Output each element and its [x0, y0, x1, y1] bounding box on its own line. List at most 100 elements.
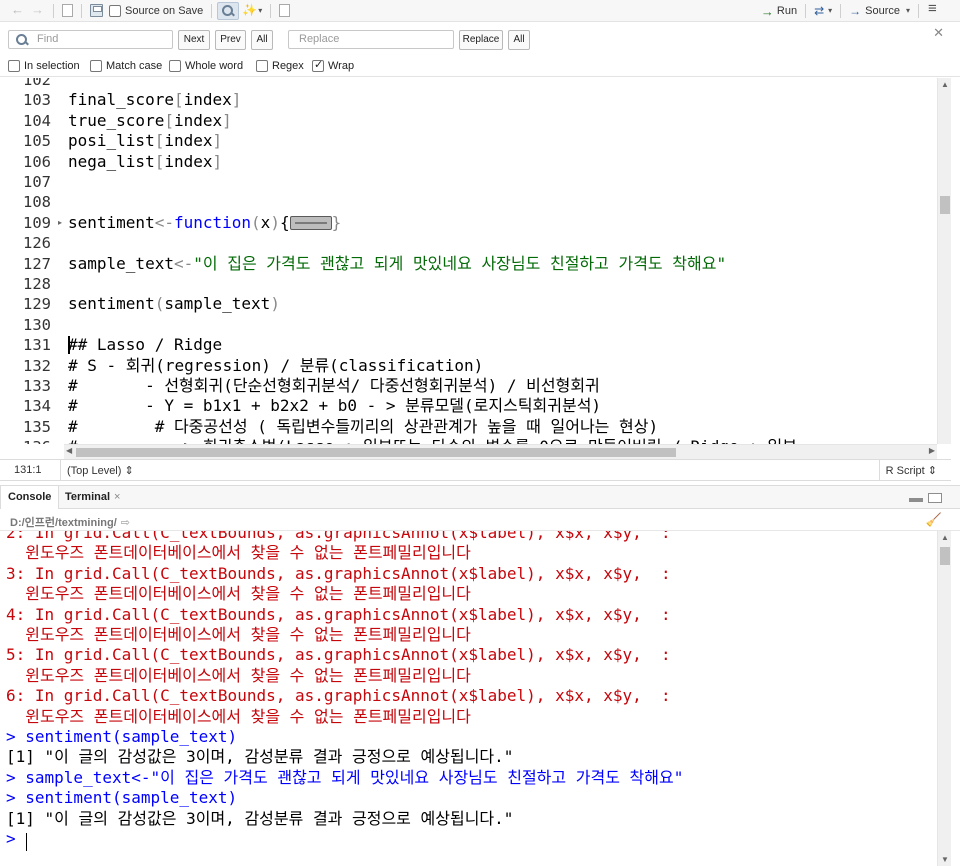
line-number: 136 [23, 437, 51, 444]
console-line: 6: In grid.Call(C_textBounds, as.graphic… [6, 686, 671, 706]
scope-selector[interactable]: (Top Level) ⇕ [60, 460, 140, 480]
scroll-thumb[interactable] [940, 547, 950, 565]
tab-console-label: Console [8, 491, 52, 503]
in-selection-label: In selection [24, 60, 80, 72]
code-line[interactable]: # # 다중공선성 ( 독립변수들끼리의 상관관계가 높을 때 일어나는 현상) [68, 417, 658, 437]
source-button[interactable]: Source [846, 2, 903, 20]
code-line[interactable]: # S - 회귀(regression) / 분류(classification… [68, 356, 483, 376]
editor-vertical-scrollbar[interactable]: ▲ [937, 78, 951, 444]
console-output[interactable]: 2: In grid.Call(C_textBounds, as.graphic… [0, 531, 937, 866]
code-line[interactable]: final_score[index] [68, 90, 241, 110]
tab-console[interactable]: Console [0, 486, 60, 509]
line-number: 130 [23, 315, 51, 334]
editor-horizontal-scrollbar[interactable]: ◀ ▶ [64, 444, 937, 459]
match-case-option[interactable]: Match case [90, 60, 162, 72]
code-line[interactable]: # - 선형회귀(단순선형회귀분석/ 다중선형회귀분석) / 비선형회귀 [68, 376, 600, 396]
scroll-left-icon[interactable]: ◀ [66, 446, 72, 455]
go-to-directory-icon[interactable]: ⇨ [121, 517, 130, 529]
console-line: 윈도우즈 폰트데이터베이스에서 찾을 수 없는 폰트페밀리입니다 [6, 706, 471, 726]
code-line[interactable]: # -> 회귀축소법(Lasso : 일부또는 다수의 변수를 0으로 만들어버… [68, 437, 797, 444]
tab-terminal[interactable]: Terminal × [58, 486, 127, 509]
scroll-thumb[interactable] [76, 448, 676, 457]
forward-arrow-icon [31, 2, 45, 18]
search-icon [221, 4, 235, 18]
rerun-button[interactable]: ▾ [811, 2, 835, 20]
in-selection-checkbox[interactable] [8, 60, 20, 72]
line-number: 133 [23, 377, 51, 395]
back-button[interactable] [8, 2, 28, 20]
toolbar-divider [211, 3, 213, 18]
file-type-selector[interactable]: R Script ⇕ [878, 460, 943, 480]
code-line[interactable]: true_score[index] [68, 111, 232, 131]
fold-arrow-icon[interactable]: ▸ [58, 218, 62, 227]
close-icon[interactable]: × [114, 491, 120, 503]
source-on-save-label: Source on Save [125, 4, 204, 17]
code-tools-button[interactable]: ▾ [239, 2, 265, 20]
console-line: 윈도우즈 폰트데이터베이스에서 찾을 수 없는 폰트페밀리입니다 [6, 543, 471, 563]
source-on-save-checkbox[interactable] [109, 4, 121, 17]
chevron-down-icon: ▾ [258, 6, 263, 15]
scroll-up-icon[interactable]: ▲ [941, 533, 949, 542]
source-menu-button[interactable]: ▾ [903, 2, 913, 20]
code-line[interactable]: ## Lasso / Ridge [68, 335, 222, 355]
line-number: 127 [23, 254, 51, 273]
search-icon [15, 33, 29, 47]
compile-report-button[interactable] [276, 2, 293, 20]
code-area[interactable]: final_score[index] true_score[index] posi_… [68, 78, 951, 444]
code-line[interactable]: posi_list[index] [68, 131, 222, 151]
console-caret [26, 833, 27, 851]
find-all-button[interactable]: All [251, 30, 273, 50]
line-number: 104 [23, 111, 51, 130]
line-number: 108 [23, 193, 51, 212]
find-replace-button[interactable] [217, 1, 240, 20]
find-input[interactable]: Find [8, 30, 173, 49]
source-on-save-toggle[interactable]: Source on Save [106, 2, 206, 20]
code-line[interactable]: sample_text<-"이 집은 가격도 괜찮고 되게 맛있네요 사장님도 … [68, 254, 726, 274]
whole-word-option[interactable]: Whole word [169, 60, 243, 72]
scroll-thumb[interactable] [940, 196, 950, 214]
clear-console-icon[interactable]: 🧹 [926, 512, 942, 528]
code-line[interactable]: # - Y = b1x1 + b2x2 + b0 - > 분류모델(로지스틱회귀… [68, 396, 601, 416]
regex-checkbox[interactable] [256, 60, 268, 72]
replace-button[interactable]: Replace [459, 30, 503, 50]
in-selection-option[interactable]: In selection [8, 60, 80, 72]
save-button[interactable] [87, 2, 106, 20]
scroll-down-icon[interactable]: ▼ [941, 855, 949, 864]
replace-all-button[interactable]: All [508, 30, 530, 50]
code-line[interactable]: nega_list[index] [68, 152, 222, 172]
line-number: 109 [23, 213, 51, 232]
find-next-button[interactable]: Next [178, 30, 210, 50]
wrap-checkbox[interactable] [312, 58, 324, 72]
forward-button[interactable] [28, 2, 48, 20]
save-icon [90, 4, 103, 17]
console-line: 4: In grid.Call(C_textBounds, as.graphic… [6, 604, 671, 624]
match-case-checkbox[interactable] [90, 60, 102, 72]
code-line[interactable]: sentiment<-function(x){} [68, 213, 341, 233]
minimize-pane-icon[interactable] [909, 498, 923, 502]
working-directory-path: D:/인프런/textmining/ [10, 517, 117, 529]
show-in-window-button[interactable] [59, 2, 76, 20]
line-number: 105 [23, 132, 51, 151]
console-line: 5: In grid.Call(C_textBounds, as.graphic… [6, 645, 671, 665]
code-editor[interactable]: 102 103 104 105 106 107 108 109 126 127 128 129 130 1… [0, 78, 951, 444]
close-icon[interactable]: ✕ [933, 25, 944, 41]
scroll-right-icon[interactable]: ▶ [929, 446, 935, 455]
regex-option[interactable]: Regex [256, 60, 304, 72]
find-prev-button[interactable]: Prev [215, 30, 246, 50]
console-vertical-scrollbar[interactable]: ▲ ▼ [937, 531, 951, 866]
toolbar-divider [840, 3, 842, 18]
folded-code-icon[interactable] [289, 215, 332, 230]
replace-input[interactable]: Replace [288, 30, 454, 49]
document-outline-button[interactable] [924, 0, 944, 20]
chevron-down-icon: ▾ [905, 6, 910, 15]
notebook-icon [279, 4, 291, 17]
maximize-pane-icon[interactable] [928, 493, 942, 503]
wrap-option[interactable]: Wrap [312, 58, 354, 72]
run-label: Run [776, 4, 798, 17]
scroll-up-icon[interactable]: ▲ [941, 80, 949, 89]
toolbar-divider [805, 3, 807, 18]
code-line[interactable]: sentiment(sample_text) [68, 294, 280, 314]
run-button[interactable]: Run [758, 2, 800, 20]
whole-word-checkbox[interactable] [169, 60, 181, 72]
toolbar-divider [918, 3, 919, 18]
